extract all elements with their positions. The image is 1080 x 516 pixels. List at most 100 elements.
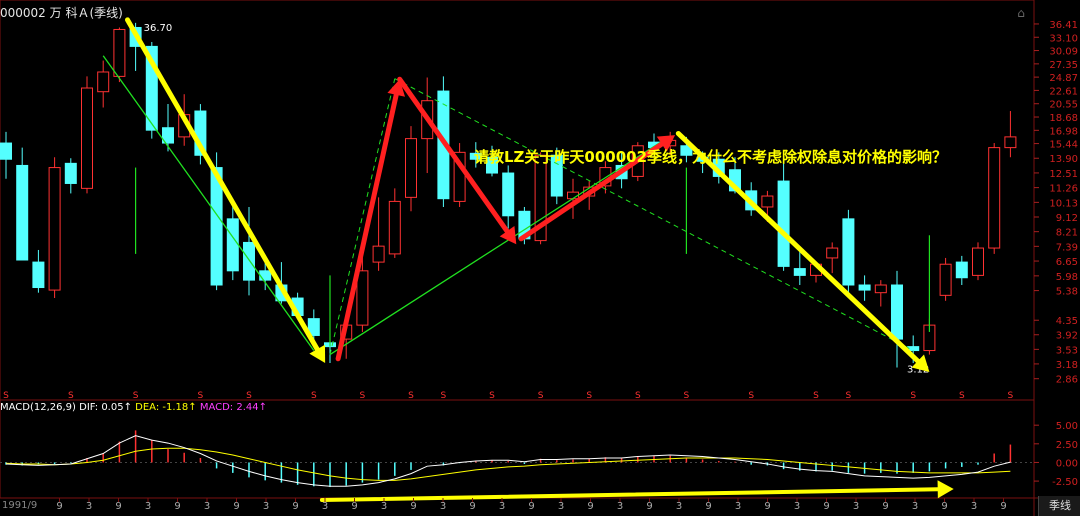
price-tick-label: 22.61 <box>1049 86 1078 97</box>
x-tick-label: 3 <box>381 501 387 512</box>
candle-up <box>372 245 385 263</box>
dividend-mark: S <box>408 391 414 401</box>
price-tick-label: 27.35 <box>1049 60 1078 71</box>
x-tick-label: 3 <box>263 501 269 512</box>
candle-up <box>874 284 887 294</box>
x-tick-label: 9 <box>705 501 711 512</box>
price-tick-label: 18.68 <box>1049 113 1078 124</box>
high-label: 36.70 <box>144 23 173 34</box>
settings-icon[interactable]: ⌂ <box>1014 6 1028 20</box>
x-tick-label: 3 <box>971 501 977 512</box>
price-tick-label: 13.90 <box>1049 154 1078 165</box>
candle-down <box>793 268 806 276</box>
x-tick-label: 9 <box>587 501 593 512</box>
macd-tick-label: 2.50 <box>1056 440 1078 451</box>
candle-down <box>259 270 272 281</box>
candle-down <box>955 261 968 279</box>
dividend-mark: S <box>813 391 819 401</box>
candle-up <box>939 263 952 296</box>
x-tick-label: 3 <box>86 501 92 512</box>
yellow-arrow <box>675 130 921 364</box>
candle-down <box>64 162 77 184</box>
price-tick-label: 33.10 <box>1049 33 1078 44</box>
price-tick-label: 3.53 <box>1056 345 1078 356</box>
x-tick-label: 9 <box>941 501 947 512</box>
question-annotation: 请教LZ关于昨天000002季线，为什么不考虑除权除息对价格的影响？ <box>474 148 948 166</box>
price-tick-label: 8.21 <box>1056 228 1078 239</box>
candle-down <box>858 284 871 291</box>
period-button[interactable]: 季线 <box>1038 496 1080 516</box>
candle-up <box>761 195 774 208</box>
yellow-macd-arrow-head <box>937 480 954 499</box>
dividend-mark: S <box>198 391 204 401</box>
x-tick-label: 9 <box>351 501 357 512</box>
x-tick-label: 9 <box>174 501 180 512</box>
price-tick-label: 5.98 <box>1056 272 1078 283</box>
macd-tick-label: 5.00 <box>1056 421 1078 432</box>
x-tick-label: 3 <box>322 501 328 512</box>
dividend-mark: S <box>959 391 965 401</box>
macd-dea: DEA: -1.18↑ <box>135 402 197 413</box>
candle-down <box>842 218 855 286</box>
x-tick-label: 3 <box>912 501 918 512</box>
dividend-mark: S <box>246 391 252 401</box>
x-tick-label: 9 <box>469 501 475 512</box>
macd-legend: MACD(12,26,9) DIF: 0.05↑ DEA: -1.18↑ MAC… <box>0 402 267 413</box>
candle-up <box>826 247 839 259</box>
price-tick-label: 20.55 <box>1049 100 1078 111</box>
candle-down <box>226 218 239 272</box>
dividend-mark: S <box>489 391 495 401</box>
dividend-mark: S <box>360 391 366 401</box>
dividend-mark: S <box>68 391 74 401</box>
x-tick-label: 3 <box>735 501 741 512</box>
candle-up <box>48 167 61 291</box>
x-tick-label: 9 <box>646 501 652 512</box>
candle-up <box>988 147 1001 249</box>
start-date: 1991/9 <box>2 500 38 511</box>
price-tick-label: 36.41 <box>1049 20 1078 31</box>
dividend-mark: S <box>910 391 916 401</box>
price-tick-label: 2.86 <box>1056 375 1078 386</box>
x-tick-label: 3 <box>145 501 151 512</box>
price-tick-label: 16.98 <box>1049 126 1078 137</box>
price-tick-label: 12.51 <box>1049 169 1078 180</box>
price-tick-label: 30.09 <box>1049 47 1078 58</box>
candle-up <box>356 270 369 326</box>
candle-up <box>405 138 417 198</box>
price-tick-label: 5.38 <box>1056 287 1078 298</box>
x-tick-label: 3 <box>617 501 623 512</box>
price-tick-label: 11.26 <box>1049 184 1078 195</box>
stock-title: 000002 万 科Ａ <box>0 6 90 20</box>
macd-tick-label: -2.50 <box>1052 477 1078 488</box>
dividend-mark: S <box>846 391 852 401</box>
macd-dif: DIF: 0.05↑ <box>79 402 132 413</box>
candle-up <box>97 71 110 93</box>
period-label: (季线) <box>89 6 123 20</box>
x-tick-label: 9 <box>56 501 62 512</box>
x-tick-label: 3 <box>204 501 210 512</box>
price-tick-label: 3.92 <box>1056 331 1078 342</box>
candle-up <box>1004 136 1017 149</box>
candle-down <box>0 142 12 160</box>
dividend-mark: S <box>748 391 754 401</box>
x-tick-label: 9 <box>233 501 239 512</box>
green-trend-line <box>102 55 315 351</box>
macd-name: MACD(12,26,9) <box>0 402 76 413</box>
green-dashed-line <box>394 78 914 351</box>
dividend-mark: S <box>684 391 690 401</box>
yellow-arrow <box>125 17 320 352</box>
x-tick-label: 3 <box>676 501 682 512</box>
candle-down <box>777 180 790 267</box>
x-tick-label: 9 <box>764 501 770 512</box>
x-tick-label: 3 <box>558 501 564 512</box>
dividend-mark: S <box>538 391 544 401</box>
candle-down <box>243 241 255 281</box>
price-tick-label: 4.35 <box>1056 316 1078 327</box>
price-tick-label: 15.44 <box>1049 140 1078 151</box>
dividend-mark: S <box>441 391 447 401</box>
dividend-mark: S <box>1008 391 1014 401</box>
price-tick-label: 9.12 <box>1056 213 1078 224</box>
price-tick-label: 3.18 <box>1056 360 1078 371</box>
dividend-mark: S <box>635 391 641 401</box>
price-tick-label: 7.39 <box>1056 242 1078 253</box>
